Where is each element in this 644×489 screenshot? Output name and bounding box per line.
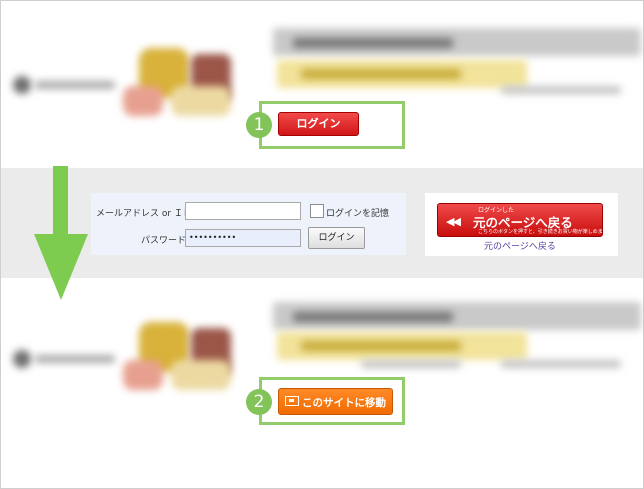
move-to-site-label: このサイトに移動 xyxy=(302,397,386,409)
remember-label: ログインを記憶 xyxy=(326,209,390,219)
blurred-site-header-top xyxy=(1,18,643,116)
login-submit-button[interactable]: ログイン xyxy=(308,227,365,249)
double-left-arrow-icon: ◀◀ xyxy=(446,215,461,228)
window-icon xyxy=(285,396,299,406)
return-to-page-link[interactable]: 元のページへ戻る xyxy=(484,239,556,252)
blurred-site-header-bottom xyxy=(1,292,643,390)
remember-checkbox[interactable] xyxy=(310,204,324,218)
return-to-page-button[interactable]: ◀◀ ログインした 元のページへ戻る こちらのボタンを押すと、引き続きお買い物が… xyxy=(437,203,608,237)
down-arrow-icon xyxy=(34,234,88,300)
step-1-badge: 1 xyxy=(246,112,272,138)
return-button-sub-text: こちらのボタンを押すと、引き続きお買い物が楽しめます xyxy=(478,229,608,235)
login-button[interactable]: ログイン xyxy=(278,112,359,136)
password-field[interactable]: •••••••••• xyxy=(185,229,301,247)
move-to-site-button[interactable]: このサイトに移動 xyxy=(278,388,393,415)
email-label: メールアドレス or ＩＤ xyxy=(96,209,192,219)
password-label: パスワード xyxy=(141,236,187,246)
down-arrow-icon-shaft xyxy=(53,166,68,236)
step-2-badge: 2 xyxy=(246,389,272,415)
email-field[interactable] xyxy=(185,202,301,220)
